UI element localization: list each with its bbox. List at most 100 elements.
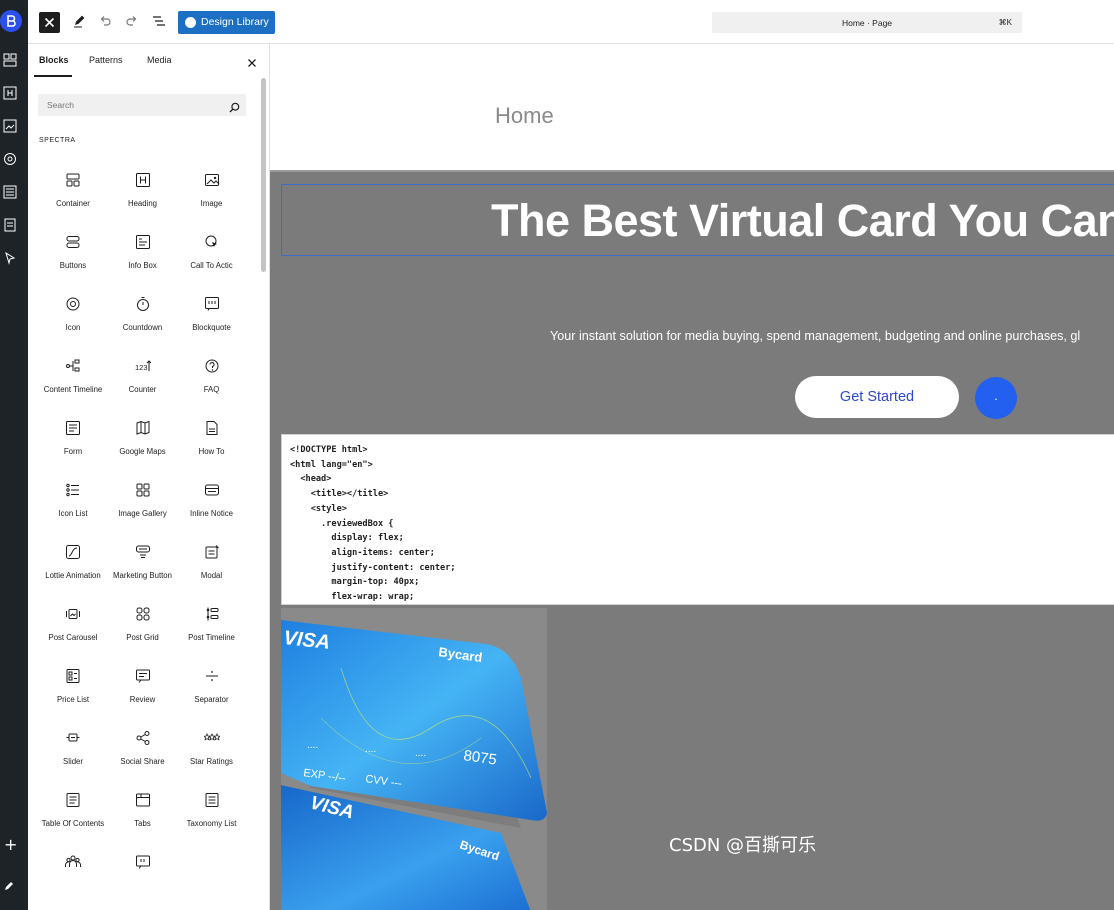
block-item-tabs[interactable]: Tabs bbox=[108, 776, 177, 838]
image-block-icon[interactable] bbox=[3, 119, 17, 133]
block-item-post-grid[interactable]: Post Grid bbox=[108, 590, 177, 652]
block-item-team[interactable] bbox=[38, 838, 108, 900]
selected-heading-block[interactable]: The Best Virtual Card You Can bbox=[281, 184, 1114, 256]
slider-icon bbox=[65, 730, 81, 746]
marketing-button-icon bbox=[135, 544, 151, 560]
code-line: <!DOCTYPE html> bbox=[290, 445, 368, 455]
circle-button[interactable]: . bbox=[975, 377, 1017, 419]
block-item-image-gallery[interactable]: Image Gallery bbox=[108, 466, 177, 528]
blockquote-icon bbox=[204, 296, 220, 312]
cards-illustration: VISA Bycard .... .... .... 8075 EXP --/-… bbox=[281, 620, 547, 910]
list-block-icon[interactable] bbox=[3, 185, 17, 199]
close-icon[interactable] bbox=[247, 55, 257, 67]
watermark: CSDN @百撕可乐 bbox=[669, 835, 817, 856]
block-item-taxonomy-list[interactable]: Taxonomy List bbox=[177, 776, 246, 838]
block-item-container[interactable]: Container bbox=[38, 156, 108, 218]
block-item-review[interactable]: Review bbox=[108, 652, 177, 714]
add-icon[interactable]: + bbox=[4, 837, 18, 853]
block-item-countdown[interactable]: Countdown bbox=[108, 280, 177, 342]
block-item-content-timeline[interactable]: Content Timeline bbox=[38, 342, 108, 404]
edit-pen-icon[interactable] bbox=[4, 878, 18, 892]
block-item-buttons[interactable]: Buttons bbox=[38, 218, 108, 280]
active-tab-indicator bbox=[34, 75, 72, 77]
hero-heading[interactable]: The Best Virtual Card You Can bbox=[491, 195, 1114, 247]
counter-icon: 123 bbox=[135, 358, 151, 374]
block-item-form[interactable]: Form bbox=[38, 404, 108, 466]
block-item-how-to[interactable]: How To bbox=[177, 404, 246, 466]
block-label: Heading bbox=[127, 199, 158, 208]
layout-icon[interactable] bbox=[3, 53, 17, 67]
heading-icon bbox=[135, 172, 151, 188]
code-line: flex-wrap: wrap; bbox=[290, 592, 415, 603]
target-icon[interactable] bbox=[3, 152, 17, 166]
block-item-post-timeline[interactable]: Post Timeline bbox=[177, 590, 246, 652]
image-gallery-icon bbox=[135, 482, 151, 498]
design-library-button[interactable]: Design Library bbox=[178, 11, 275, 34]
tab-blocks[interactable]: Blocks bbox=[39, 55, 69, 65]
block-label: Taxonomy List bbox=[186, 819, 237, 828]
how-to-icon bbox=[204, 420, 220, 436]
image-icon bbox=[204, 172, 220, 188]
block-label: Counter bbox=[128, 385, 157, 394]
close-inserter-button[interactable] bbox=[39, 12, 60, 33]
undo-icon[interactable] bbox=[98, 14, 114, 30]
edit-tool-icon[interactable] bbox=[72, 14, 88, 30]
block-item-slider[interactable]: Slider bbox=[38, 714, 108, 776]
container-icon bbox=[65, 172, 81, 188]
block-item-social-share[interactable]: Social Share bbox=[108, 714, 177, 776]
block-search bbox=[38, 94, 246, 116]
block-item-image[interactable]: Image bbox=[177, 156, 246, 218]
block-item-faq[interactable]: FAQ bbox=[177, 342, 246, 404]
block-item-separator[interactable]: Separator bbox=[177, 652, 246, 714]
block-item-icon[interactable]: Icon bbox=[38, 280, 108, 342]
document-overview-icon[interactable] bbox=[152, 14, 168, 30]
hero-section[interactable]: The Best Virtual Card You Can Your insta… bbox=[270, 170, 1114, 910]
google-maps-icon bbox=[135, 420, 151, 436]
hero-subtitle[interactable]: Your instant solution for media buying, … bbox=[550, 329, 1080, 343]
panel-scrollbar[interactable] bbox=[261, 78, 266, 272]
block-item-price-list[interactable]: Price List bbox=[38, 652, 108, 714]
block-item-star-ratings[interactable]: Star Ratings bbox=[177, 714, 246, 776]
block-label: Icon List bbox=[58, 509, 88, 518]
code-block[interactable]: <!DOCTYPE html> <html lang="en"> <head> <… bbox=[281, 434, 1114, 605]
star-ratings-icon bbox=[203, 730, 220, 746]
redo-icon[interactable] bbox=[125, 14, 141, 30]
team-icon bbox=[65, 854, 81, 870]
search-input[interactable] bbox=[38, 94, 218, 116]
info-box-icon bbox=[135, 234, 151, 250]
block-label: Form bbox=[63, 447, 83, 456]
site-logo-icon[interactable] bbox=[0, 10, 22, 32]
credit-cards-image[interactable]: VISA Bycard .... .... .... 8075 EXP --/-… bbox=[281, 608, 547, 910]
block-item-heading[interactable]: Heading bbox=[108, 156, 177, 218]
tab-media[interactable]: Media bbox=[147, 55, 172, 65]
block-item-blockquote[interactable]: Blockquote bbox=[177, 280, 246, 342]
page-title[interactable]: Home bbox=[495, 103, 554, 129]
block-item-icon-list[interactable]: Icon List bbox=[38, 466, 108, 528]
cursor-click-icon[interactable] bbox=[3, 251, 17, 265]
block-item-call-to-actic[interactable]: Call To Actic bbox=[177, 218, 246, 280]
block-label: Container bbox=[56, 199, 90, 208]
lottie-animation-icon bbox=[65, 544, 81, 560]
block-item-marketing-button[interactable]: Marketing Button bbox=[108, 528, 177, 590]
document-icon[interactable] bbox=[3, 218, 17, 232]
tab-patterns[interactable]: Patterns bbox=[89, 55, 123, 65]
price-list-icon bbox=[65, 668, 81, 684]
block-item-post-carousel[interactable]: Post Carousel bbox=[38, 590, 108, 652]
block-item-lottie-animation[interactable]: Lottie Animation bbox=[38, 528, 108, 590]
block-label: Google Maps bbox=[119, 447, 166, 456]
block-item-modal[interactable]: Modal bbox=[177, 528, 246, 590]
block-item-inline-notice[interactable]: Inline Notice bbox=[177, 466, 246, 528]
heading-block-icon[interactable] bbox=[3, 86, 17, 100]
block-item-counter[interactable]: 123 Counter bbox=[108, 342, 177, 404]
command-palette-bar[interactable]: Home · Page ⌘K bbox=[712, 12, 1022, 33]
block-item-google-maps[interactable]: Google Maps bbox=[108, 404, 177, 466]
block-item-info-box[interactable]: Info Box bbox=[108, 218, 177, 280]
separator-icon bbox=[204, 668, 220, 684]
block-item-table-of-contents[interactable]: Table Of Contents bbox=[38, 776, 108, 838]
form-icon bbox=[65, 420, 81, 436]
search-icon[interactable] bbox=[229, 100, 240, 113]
block-item-testimonial[interactable] bbox=[108, 838, 177, 900]
block-label: Image Gallery bbox=[118, 509, 167, 518]
table-of-contents-icon bbox=[65, 792, 81, 808]
get-started-button[interactable]: Get Started bbox=[795, 376, 959, 418]
